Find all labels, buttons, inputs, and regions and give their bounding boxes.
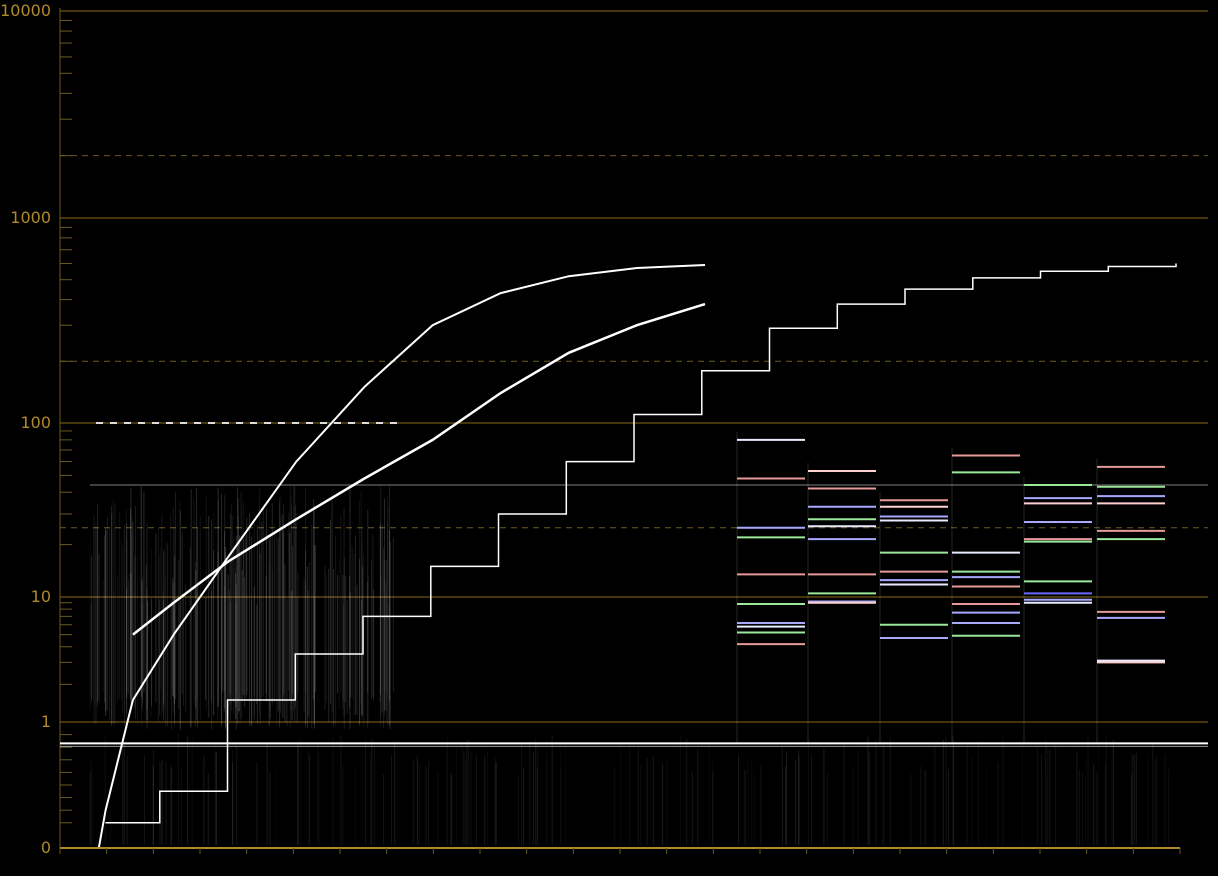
y-tick-label: 1000 — [10, 208, 51, 227]
y-tick-label: 1 — [41, 712, 51, 731]
scope-background — [0, 0, 1218, 876]
y-tick-label: 10 — [31, 587, 51, 606]
y-tick-label: 10000 — [0, 1, 51, 20]
waveform-scope: 10000 1000 100 10 1 0 — [0, 0, 1218, 876]
y-tick-label: 0 — [41, 838, 51, 857]
y-tick-label: 100 — [20, 413, 51, 432]
